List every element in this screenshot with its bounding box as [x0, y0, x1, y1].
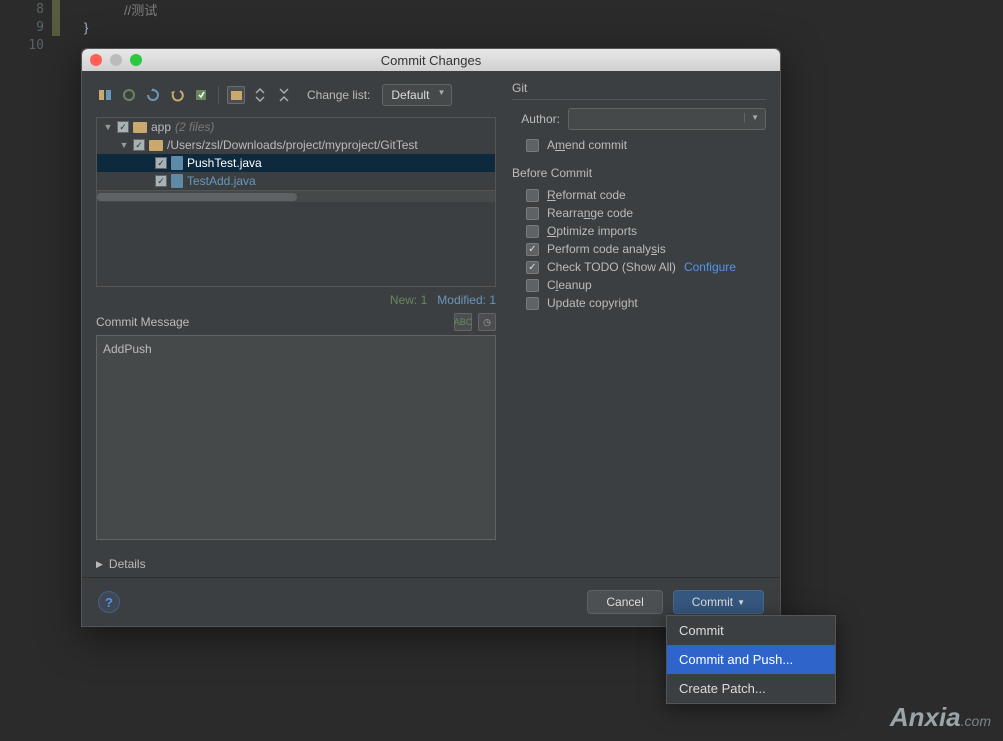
details-toggle[interactable]: ▶ Details: [96, 557, 496, 571]
chevron-down-icon: ▼: [737, 598, 745, 607]
folder-icon: [149, 140, 163, 151]
menu-item-create-patch[interactable]: Create Patch...: [667, 674, 835, 703]
checkbox[interactable]: ✓: [155, 157, 167, 169]
tree-label: app: [151, 120, 171, 134]
checkbox[interactable]: [526, 261, 539, 274]
collapse-all-icon[interactable]: [275, 86, 293, 104]
checkbox[interactable]: [526, 243, 539, 256]
opt-label: Optimize imports: [547, 224, 637, 238]
toolbar: Change list: Default: [96, 81, 496, 109]
line-num: 8: [0, 2, 52, 17]
amend-label: Amend commit: [547, 138, 627, 152]
tree-path[interactable]: ▼ ✓ /Users/zsl/Downloads/project/myproje…: [97, 136, 495, 154]
spellcheck-icon[interactable]: ABC: [454, 313, 472, 331]
tree-file[interactable]: ✓ PushTest.java: [97, 154, 495, 172]
chevron-down-icon[interactable]: ▼: [119, 140, 129, 150]
code-comment: //测试: [84, 0, 157, 18]
cancel-button[interactable]: Cancel: [587, 590, 662, 614]
commit-button[interactable]: Commit▼: [673, 590, 764, 614]
checkbox[interactable]: ✓: [117, 121, 129, 133]
tree-root[interactable]: ▼ ✓ app (2 files): [97, 118, 495, 136]
watermark: Anxia.com: [890, 702, 991, 733]
checkbox[interactable]: ✓: [133, 139, 145, 151]
tree-label: /Users/zsl/Downloads/project/myproject/G…: [167, 138, 418, 152]
commit-message-input[interactable]: [96, 335, 496, 540]
opt-label: Update copyright: [547, 296, 638, 310]
refresh-icon[interactable]: [144, 86, 162, 104]
help-button[interactable]: ?: [98, 591, 120, 613]
file-tree[interactable]: ▼ ✓ app (2 files) ▼ ✓ /Users/zsl/Downloa…: [96, 117, 496, 287]
checkbox[interactable]: [526, 189, 539, 202]
chevron-right-icon: ▶: [96, 559, 103, 570]
commit-menu: Commit Commit and Push... Create Patch..…: [666, 615, 836, 704]
git-section-header: Git: [512, 81, 766, 100]
configure-link[interactable]: Configure: [684, 260, 736, 274]
opt-label: Check TODO (Show All): [547, 260, 676, 274]
expand-all-icon[interactable]: [251, 86, 269, 104]
checkbox[interactable]: [526, 297, 539, 310]
opt-label: Reformat code: [547, 188, 626, 202]
java-file-icon: [171, 156, 183, 170]
tree-label: PushTest.java: [187, 156, 262, 170]
folder-icon: [133, 122, 147, 133]
before-commit-header: Before Commit: [512, 166, 766, 180]
menu-item-commit[interactable]: Commit: [667, 616, 835, 645]
line-num: 10: [0, 38, 52, 53]
java-file-icon: [171, 174, 183, 188]
group-by-directory-icon[interactable]: [227, 86, 245, 104]
checkbox[interactable]: [526, 279, 539, 292]
status-line: New: 1 Modified: 1: [96, 293, 496, 307]
chevron-down-icon[interactable]: ▼: [103, 122, 113, 132]
commit-message-label: Commit Message: [96, 315, 189, 329]
tree-file[interactable]: ✓ TestAdd.java: [97, 172, 495, 190]
checkbox[interactable]: [526, 207, 539, 220]
dialog-title: Commit Changes: [82, 53, 780, 68]
checkbox[interactable]: [526, 139, 539, 152]
author-combo[interactable]: [568, 108, 766, 130]
checkbox[interactable]: ✓: [155, 175, 167, 187]
tree-label: TestAdd.java: [187, 174, 256, 188]
titlebar: Commit Changes: [82, 49, 780, 71]
move-to-changelist-icon[interactable]: [120, 86, 138, 104]
file-count: (2 files): [175, 120, 214, 134]
opt-label: Rearrange code: [547, 206, 633, 220]
opt-label: Perform code analysis: [547, 242, 666, 256]
history-icon[interactable]: ◷: [478, 313, 496, 331]
menu-item-commit-push[interactable]: Commit and Push...: [667, 645, 835, 674]
commit-dialog: Commit Changes Change list: Default ▼ ✓: [81, 48, 781, 627]
show-diff-icon[interactable]: [96, 86, 114, 104]
tree-scrollbar[interactable]: [97, 190, 495, 202]
author-label: Author:: [512, 112, 560, 126]
new-changelist-icon[interactable]: [192, 86, 210, 104]
opt-label: Cleanup: [547, 278, 592, 292]
checkbox[interactable]: [526, 225, 539, 238]
line-num: 9: [0, 20, 52, 35]
changelist-select[interactable]: Default: [382, 84, 452, 106]
revert-icon[interactable]: [168, 86, 186, 104]
code-brace: }: [84, 18, 157, 36]
changelist-label: Change list:: [307, 88, 370, 102]
